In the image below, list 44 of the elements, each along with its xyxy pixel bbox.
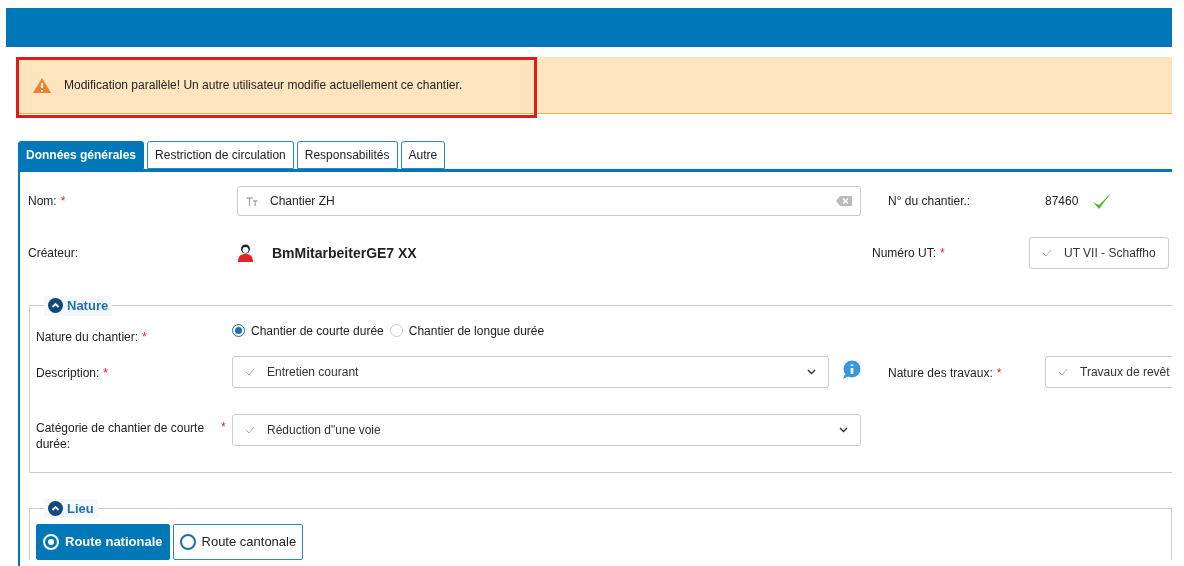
select-field[interactable]: Travaux de revêt: [1045, 355, 1172, 388]
check-icon: [1058, 367, 1068, 376]
warning-icon: [32, 76, 52, 94]
field-label: Numéro UT:: [872, 245, 936, 262]
select-field[interactable]: Entretien courant: [232, 355, 829, 388]
field-label: Nom:: [28, 193, 57, 210]
name-field[interactable]: Chantier ZH: [237, 186, 861, 216]
warning-message: Modification parallèle! Un autre utilisateur modifie actuellement ce chantier.: [64, 77, 463, 94]
tab[interactable]: Autre: [400, 141, 446, 169]
creator-name: BmMitarbeiterGE7 XX: [272, 243, 418, 263]
section-title: Lieu: [67, 499, 94, 518]
field-label: Créateur:: [28, 245, 79, 262]
text-type-icon: [246, 196, 258, 206]
site-number: 87460: [1045, 193, 1079, 210]
section-title: Nature: [67, 297, 109, 315]
field-label: Catégorie de chantier de courte durée:: [36, 419, 206, 452]
required-mark: *: [103, 364, 109, 382]
required-mark: *: [60, 193, 66, 210]
route-toggle[interactable]: Route nationale: [36, 524, 170, 560]
required-mark: *: [221, 418, 226, 436]
tab[interactable]: Données générales: [18, 141, 145, 169]
field-label: Nature du chantier:: [36, 328, 139, 346]
check-icon: [245, 367, 255, 376]
required-mark: *: [142, 328, 147, 346]
info-icon[interactable]: [841, 359, 861, 380]
tab[interactable]: Responsabilités: [296, 141, 398, 169]
field-label: N° du chantier.:: [888, 193, 971, 210]
collapse-icon[interactable]: [48, 500, 63, 516]
route-toggle[interactable]: Route cantonale: [172, 524, 304, 560]
user-icon: [237, 244, 254, 262]
required-mark: *: [996, 364, 1002, 382]
check-icon: [245, 425, 255, 434]
field-label: Nature des travaux:: [888, 364, 993, 382]
select-field[interactable]: UT VII - Schaffho: [1029, 237, 1169, 269]
required-mark: *: [940, 245, 945, 262]
chevron-down-icon: [839, 426, 848, 433]
check-icon: [1042, 249, 1052, 257]
select-field[interactable]: Réduction d"une voie: [232, 413, 861, 446]
tab[interactable]: Restriction de circulation: [147, 141, 294, 169]
collapse-icon[interactable]: [48, 298, 63, 314]
chevron-down-icon: [807, 368, 816, 375]
radio-option[interactable]: Chantier de longue durée: [389, 321, 545, 340]
radio-option[interactable]: Chantier de courte durée: [232, 321, 384, 340]
field-label: Description:: [36, 364, 100, 382]
